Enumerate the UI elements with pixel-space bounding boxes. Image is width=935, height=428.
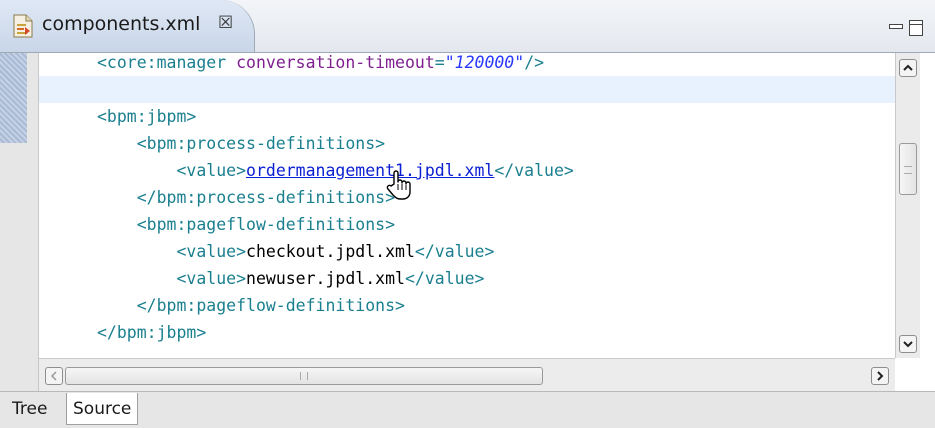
code-line: <value>newuser.jpdl.xml</value> — [97, 265, 484, 292]
code-token: </bpm:jbpm> — [97, 323, 207, 342]
code-token: </value> — [414, 242, 495, 261]
editor-tab-title: components.xml — [42, 13, 201, 35]
code-token: <value> — [97, 269, 247, 288]
horizontal-scroll-thumb[interactable] — [65, 367, 543, 385]
code-token: <value> — [97, 161, 247, 180]
code-line: <value>ordermanagement1.jpdl.xml</value> — [97, 157, 574, 184]
tab-tree[interactable]: Tree — [6, 393, 53, 425]
hand-pointer-icon — [386, 170, 411, 200]
code-token: <bpm:pageflow-definitions> — [97, 215, 396, 234]
code-token: <bpm:jbpm> — [97, 107, 197, 126]
scroll-down-button[interactable] — [899, 335, 917, 353]
code-token: checkout.jpdl.xml — [246, 242, 415, 261]
code-line: <bpm:process-definitions> — [97, 130, 385, 157]
chevron-left-icon — [50, 371, 57, 381]
code-text-area[interactable]: <core:manager conversation-timeout="1200… — [39, 53, 895, 358]
editor-tab-components-xml[interactable]: components.xml ☒ — [0, 0, 255, 52]
overview-ruler — [0, 53, 39, 391]
code-token: = — [434, 53, 445, 72]
code-token: </value> — [404, 269, 485, 288]
tab-source[interactable]: Source — [66, 393, 139, 425]
code-token: </bpm:process-definitions> — [97, 188, 396, 207]
scroll-left-button[interactable] — [45, 367, 63, 385]
code-token: /> — [524, 53, 545, 72]
editor-page-tabs: Tree Source — [0, 391, 935, 428]
scroll-right-button[interactable] — [871, 367, 889, 385]
chevron-down-icon — [903, 341, 913, 348]
chevron-up-icon — [903, 64, 913, 71]
vertical-scroll-thumb[interactable] — [899, 143, 917, 195]
code-token: </value> — [494, 161, 574, 180]
close-tab-icon[interactable]: ☒ — [218, 13, 233, 33]
code-token: </bpm:pageflow-definitions> — [97, 296, 405, 315]
code-line: <value>checkout.jpdl.xml</value> — [97, 238, 494, 265]
current-line-highlight — [39, 76, 895, 103]
code-line: <bpm:pageflow-definitions> — [97, 211, 395, 238]
code-token: <bpm:process-definitions> — [97, 134, 386, 153]
scroll-up-button[interactable] — [899, 59, 917, 77]
horizontal-scrollbar[interactable] — [39, 358, 895, 392]
file-hyperlink[interactable]: ordermanagement1.jpdl.xml — [246, 161, 494, 180]
code-token: "120000" — [444, 53, 525, 72]
ruler-fold-region — [0, 53, 27, 143]
code-token: conversation-timeout — [236, 53, 435, 72]
code-token: <value> — [97, 242, 247, 261]
source-editor: <core:manager conversation-timeout="1200… — [0, 53, 935, 392]
code-line: </bpm:pageflow-definitions> — [97, 292, 405, 319]
chevron-right-icon — [877, 371, 884, 381]
xml-file-icon — [13, 14, 33, 38]
minimize-icon[interactable] — [889, 24, 903, 29]
code-token: <core:manager — [97, 53, 237, 72]
code-line: </bpm:jbpm> — [97, 319, 206, 346]
code-token: newuser.jpdl.xml — [246, 269, 405, 288]
code-line: <core:manager conversation-timeout="1200… — [97, 53, 544, 76]
editor-tab-strip: components.xml ☒ — [0, 0, 935, 53]
vertical-scrollbar[interactable] — [895, 53, 920, 358]
view-controls — [889, 20, 929, 40]
code-line: </bpm:process-definitions> — [97, 184, 395, 211]
maximize-icon[interactable] — [909, 20, 923, 36]
code-line: <bpm:jbpm> — [97, 103, 196, 130]
